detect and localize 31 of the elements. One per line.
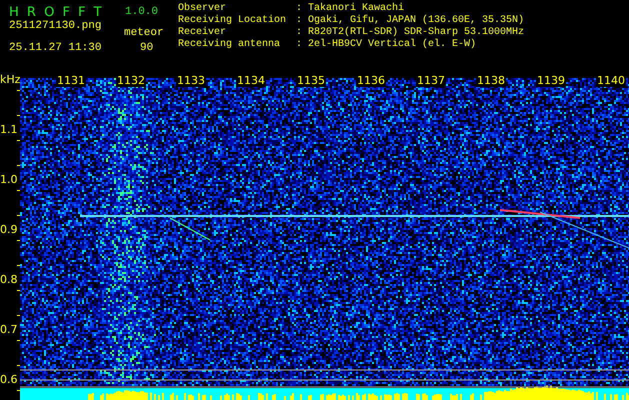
info-value: : Ogaki, Gifu, JAPAN (136.60E, 35.35N) [296,15,524,26]
axis-unit: kHz [0,74,20,86]
axis-label: 0.6 [0,374,18,386]
detection-mode: meteor [124,26,164,41]
axis-label: 1136 [356,75,386,87]
info-value: : R820T2(RTL-SDR) SDR-Sharp 53.1000MHz [296,27,524,38]
axis-label: 0.8 [0,274,18,286]
axis-label: 0.7 [0,324,18,336]
info-label: Observer [178,3,228,14]
detection-count: 90 [140,41,154,56]
axis-label: 1.0 [0,174,18,186]
axis-label: 1133 [176,75,206,87]
axis-label: 1140 [596,75,626,87]
axis-label: 1134 [236,75,266,87]
date-time: 25.11.27 11:30 [9,41,102,56]
axis-label: 1139 [536,75,566,87]
axis-label: 1131 [56,75,86,87]
axis-label: 1.1 [0,124,18,136]
info-value: : Takanori Kawachi [296,3,404,14]
axis-label: 1138 [476,75,506,87]
info-label: Receiving Location [178,15,288,26]
axis-label: 1135 [296,75,326,87]
info-value: : 2el-HB9CV Vertical (el. E-W) [296,39,476,51]
file-name: 2511271130.png [9,19,102,34]
info-label: Receiving antenna [178,39,282,51]
axis-label: 0.9 [0,224,18,236]
app-version: 1.0.0 [125,5,158,20]
axis-label: 1137 [416,75,446,87]
app-title: H R O F F T [9,4,104,20]
axis-label: 1132 [116,75,146,87]
info-label: Receiver [178,27,228,38]
